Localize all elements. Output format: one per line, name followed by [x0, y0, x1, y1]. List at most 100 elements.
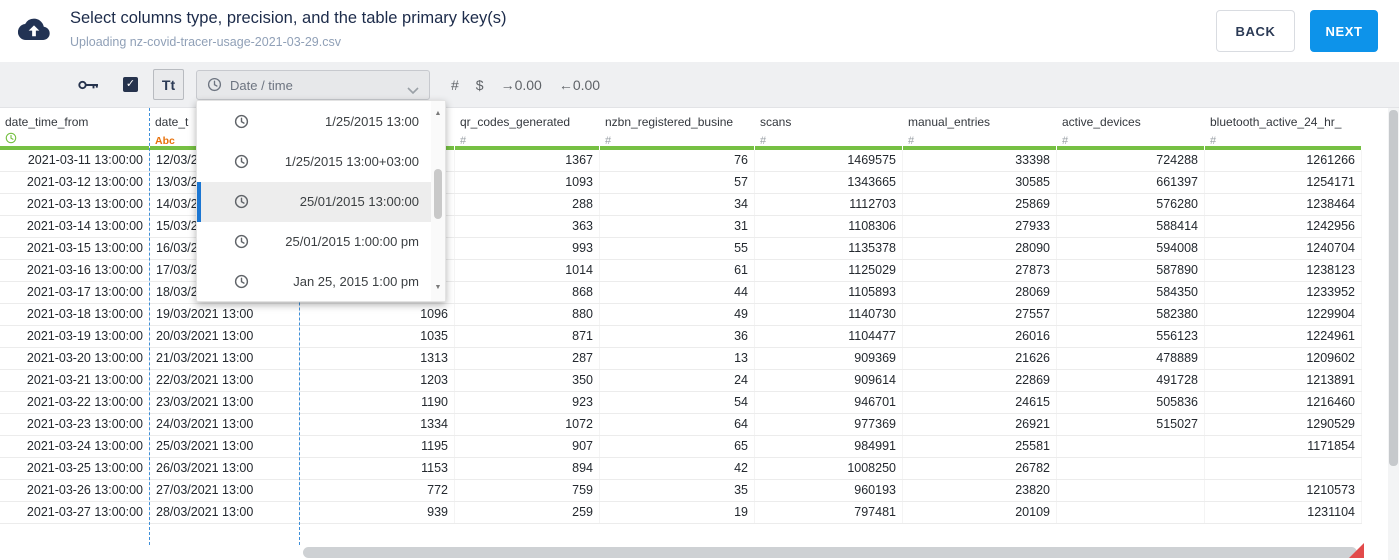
- table-cell: 13: [600, 348, 755, 369]
- column-header-label: date_time_from: [5, 115, 89, 129]
- table-cell: 1008250: [755, 458, 903, 479]
- format-option-label: Jan 25, 2015 1:00 pm: [293, 274, 419, 289]
- number-type-indicator: #: [760, 135, 767, 146]
- number-format-button[interactable]: #: [451, 77, 459, 93]
- clock-icon: [234, 234, 249, 254]
- table-cell: 1203: [300, 370, 455, 391]
- clock-icon: [207, 77, 222, 97]
- table-cell: 1153: [300, 458, 455, 479]
- table-cell: 1135378: [755, 238, 903, 259]
- boolean-type-checkbox[interactable]: ✓: [123, 77, 138, 92]
- table-cell: 2021-03-24 13:00:00: [0, 436, 150, 457]
- horizontal-scrollbar-thumb[interactable]: [303, 547, 1357, 558]
- table-cell: 993: [455, 238, 600, 259]
- column-header[interactable]: active_devices #: [1057, 108, 1205, 146]
- table-row: 2021-03-24 13:00:00 25/03/2021 13:00 1195 9…: [0, 436, 1362, 458]
- decrease-decimal-button[interactable]: ←0.00: [559, 77, 600, 93]
- table-cell: 576280: [1057, 194, 1205, 215]
- table-row: 2021-03-20 13:00:00 21/03/2021 13:00 1313 2…: [0, 348, 1362, 370]
- format-option-label: 25/01/2015 1:00:00 pm: [285, 234, 419, 249]
- table-cell: 880: [455, 304, 600, 325]
- vertical-scrollbar[interactable]: [1388, 108, 1399, 560]
- column-header[interactable]: qr_codes_generated #: [455, 108, 600, 146]
- column-header[interactable]: manual_entries #: [903, 108, 1057, 146]
- currency-format-button[interactable]: $: [476, 77, 484, 93]
- table-cell: 287: [455, 348, 600, 369]
- table-row: 2021-03-22 13:00:00 23/03/2021 13:00 1190 9…: [0, 392, 1362, 414]
- table-cell: 19: [600, 502, 755, 523]
- table-cell: 1224961: [1205, 326, 1362, 347]
- table-cell: 31: [600, 216, 755, 237]
- table-cell: 2021-03-22 13:00:00: [0, 392, 150, 413]
- table-cell: 2021-03-23 13:00:00: [0, 414, 150, 435]
- number-type-indicator: #: [1062, 135, 1069, 146]
- increase-decimal-button[interactable]: →0.00: [501, 77, 542, 93]
- table-cell: 584350: [1057, 282, 1205, 303]
- table-cell: 19/03/2021 13:00: [150, 304, 300, 325]
- column-header[interactable]: date_time_from: [0, 108, 150, 146]
- column-header-label: manual_entries: [908, 115, 991, 129]
- column-header[interactable]: scans #: [755, 108, 903, 146]
- clock-icon: [234, 154, 249, 174]
- table-cell: 2021-03-21 13:00:00: [0, 370, 150, 391]
- datetime-format-select[interactable]: Date / time: [196, 70, 430, 100]
- datetime-format-option[interactable]: 1/25/2015 13:00+03:00: [197, 142, 433, 182]
- table-cell: 1213891: [1205, 370, 1362, 391]
- table-cell: 350: [455, 370, 600, 391]
- table-cell: 1190: [300, 392, 455, 413]
- table-cell: 1254171: [1205, 172, 1362, 193]
- table-cell: 1231104: [1205, 502, 1362, 523]
- table-cell: 1096: [300, 304, 455, 325]
- scroll-up-icon[interactable]: ▲: [431, 107, 445, 121]
- table-cell: 946701: [755, 392, 903, 413]
- primary-key-icon[interactable]: [78, 78, 100, 97]
- format-option-label: 1/25/2015 13:00: [325, 114, 419, 129]
- table-cell: 76: [600, 150, 755, 171]
- back-button[interactable]: BACK: [1216, 10, 1295, 52]
- column-header[interactable]: bluetooth_active_24_hr_ #: [1205, 108, 1362, 146]
- table-cell: 1210573: [1205, 480, 1362, 501]
- table-cell: 28090: [903, 238, 1057, 259]
- datetime-format-option[interactable]: 1/25/2015 13:00: [197, 102, 433, 142]
- table-row: 2021-03-27 13:00:00 28/03/2021 13:00 939 25…: [0, 502, 1362, 524]
- column-header[interactable]: nzbn_registered_busine #: [600, 108, 755, 146]
- upload-status-text: Uploading nz-covid-tracer-usage-2021-03-…: [70, 35, 341, 49]
- table-cell: 22869: [903, 370, 1057, 391]
- text-type-button[interactable]: Tt: [153, 69, 184, 100]
- table-cell: 1238123: [1205, 260, 1362, 281]
- table-cell: 1216460: [1205, 392, 1362, 413]
- text-type-indicator: Abc: [155, 135, 175, 146]
- table-cell: 909614: [755, 370, 903, 391]
- table-row: 2021-03-23 13:00:00 24/03/2021 13:00 1334 1…: [0, 414, 1362, 436]
- datetime-format-option[interactable]: 25/01/2015 13:00:00: [197, 182, 433, 222]
- next-button[interactable]: NEXT: [1310, 10, 1378, 52]
- table-cell: 1334: [300, 414, 455, 435]
- scroll-down-icon[interactable]: ▼: [431, 281, 445, 295]
- select-value: Date / time: [230, 78, 293, 93]
- table-cell: 33398: [903, 150, 1057, 171]
- table-cell: 939: [300, 502, 455, 523]
- table-cell: [1057, 502, 1205, 523]
- number-type-indicator: #: [460, 135, 467, 146]
- table-cell: 26/03/2021 13:00: [150, 458, 300, 479]
- dropdown-scrollbar-thumb[interactable]: [434, 169, 442, 219]
- cloud-upload-icon: [17, 15, 50, 47]
- table-cell: 24615: [903, 392, 1057, 413]
- wizard-header: Select columns type, precision, and the …: [0, 0, 1399, 62]
- table-cell: 661397: [1057, 172, 1205, 193]
- table-cell: 1125029: [755, 260, 903, 281]
- table-cell: 491728: [1057, 370, 1205, 391]
- table-cell: 1469575: [755, 150, 903, 171]
- table-cell: 907: [455, 436, 600, 457]
- table-cell: 2021-03-19 13:00:00: [0, 326, 150, 347]
- vertical-scrollbar-thumb[interactable]: [1389, 110, 1398, 466]
- table-cell: 22/03/2021 13:00: [150, 370, 300, 391]
- table-cell: 1093: [455, 172, 600, 193]
- clock-icon: [234, 274, 249, 294]
- datetime-format-option[interactable]: Jan 25, 2015 1:00 pm: [197, 262, 433, 302]
- datetime-format-option[interactable]: 25/01/2015 1:00:00 pm: [197, 222, 433, 262]
- table-cell: 1261266: [1205, 150, 1362, 171]
- table-cell: 1171854: [1205, 436, 1362, 457]
- page-title: Select columns type, precision, and the …: [70, 9, 507, 27]
- table-cell: 2021-03-20 13:00:00: [0, 348, 150, 369]
